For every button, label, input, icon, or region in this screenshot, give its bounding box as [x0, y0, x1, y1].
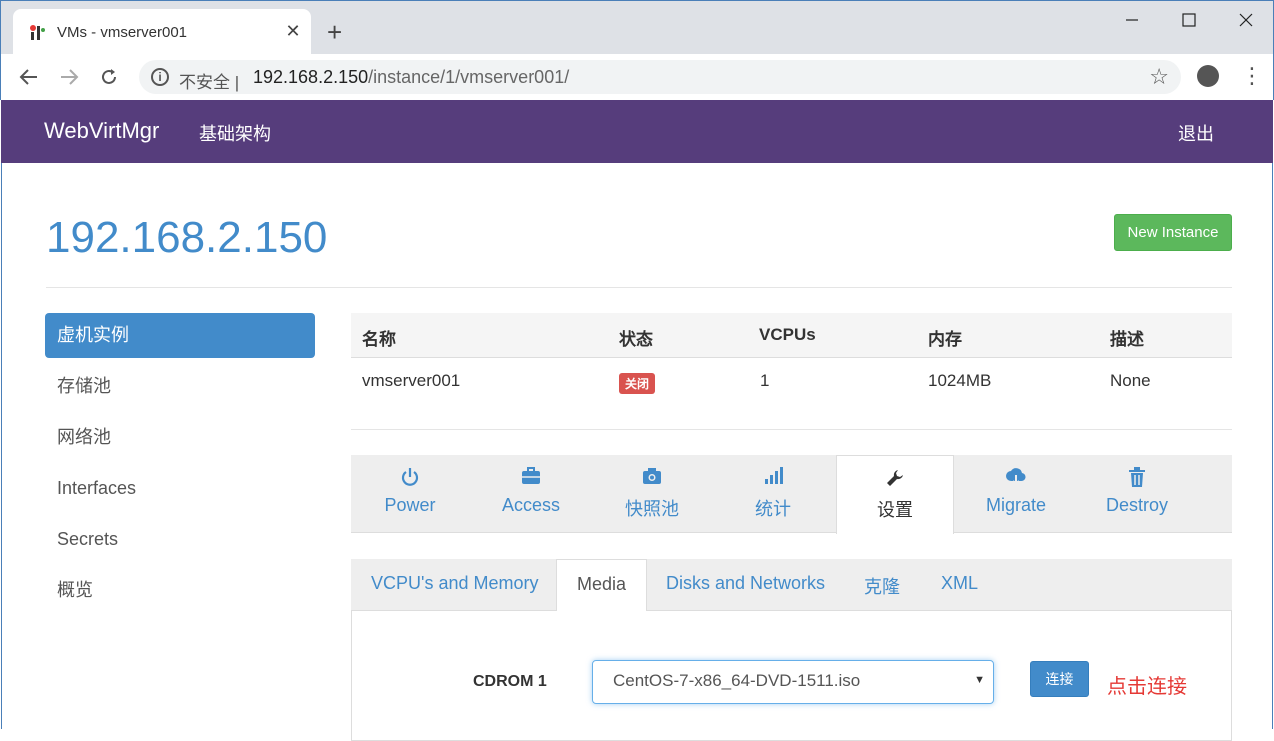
page-title: 192.168.2.150 [46, 213, 328, 262]
window-close-icon[interactable] [1239, 13, 1253, 27]
cdrom-label: CDROM 1 [473, 673, 547, 690]
nav-infrastructure[interactable]: 基础架构 [199, 120, 271, 146]
sidebar-item-overview[interactable]: 概览 [45, 568, 315, 613]
tab-clone[interactable]: 克隆 [864, 573, 900, 599]
profile-icon[interactable] [1197, 65, 1219, 87]
app-navbar: WebVirtMgr 基础架构 退出 [1, 100, 1273, 163]
header-vcpus: VCPUs [759, 325, 816, 344]
tab-destroy[interactable]: Destroy [1078, 455, 1196, 533]
back-icon[interactable] [19, 67, 39, 87]
tab-title: VMs - vmserver001 [57, 24, 188, 41]
action-tabs: Power Access 快照池 统计 设置 Migrate Destroy [351, 455, 1232, 534]
sidebar: 虚机实例 存储池 网络池 Interfaces Secrets 概览 [45, 313, 315, 619]
tab-access-label: Access [501, 495, 561, 515]
insecure-label: 不安全 | [179, 73, 240, 92]
forward-icon[interactable] [59, 67, 79, 87]
sidebar-item-storage[interactable]: 存储池 [45, 364, 315, 409]
tab-migrate-label: Migrate [985, 495, 1047, 515]
table-header: 名称 状态 VCPUs 内存 描述 [351, 313, 1232, 358]
new-tab-icon[interactable]: + [327, 19, 342, 45]
cell-vcpus: 1 [760, 371, 770, 390]
sidebar-item-networks[interactable]: 网络池 [45, 415, 315, 460]
browser-toolbar: i 不安全 | 192.168.2.150/instance/1/vmserve… [0, 54, 1274, 100]
minimize-icon[interactable] [1125, 13, 1139, 27]
tab-snapshots-label: 快照池 [625, 499, 679, 519]
power-icon [351, 467, 469, 491]
tab-stats[interactable]: 统计 [714, 455, 832, 533]
table-row: vmserver001 关闭 1 1024MB None [351, 358, 1232, 430]
header-description: 描述 [1110, 330, 1144, 349]
tab-settings-label: 设置 [877, 500, 913, 520]
tab-xml[interactable]: XML [941, 573, 978, 594]
page-content: 192.168.2.150 New Instance 虚机实例 存储池 网络池 … [1, 163, 1273, 741]
maximize-icon[interactable] [1182, 13, 1196, 27]
sidebar-item-instances[interactable]: 虚机实例 [45, 313, 315, 358]
header-name: 名称 [362, 330, 396, 349]
tab-vcpu-memory[interactable]: VCPU's and Memory [371, 573, 538, 594]
browser-menu-icon[interactable]: ⋮ [1241, 62, 1263, 90]
favicon-icon [30, 25, 45, 40]
divider [46, 287, 1232, 288]
tab-media[interactable]: Media [556, 559, 648, 611]
url-text[interactable]: 192.168.2.150/instance/1/vmserver001/ [253, 67, 569, 88]
wrench-icon [837, 468, 953, 492]
browser-tab[interactable]: VMs - vmserver001 ✕ [13, 9, 311, 55]
camera-icon [593, 467, 711, 491]
info-icon[interactable]: i [151, 68, 169, 86]
reload-icon[interactable] [99, 67, 119, 87]
header-memory: 内存 [928, 330, 962, 349]
browser-tab-strip: VMs - vmserver001 ✕ + [0, 0, 1274, 55]
annotation-text: 点击连接 [1107, 676, 1187, 698]
new-instance-button[interactable]: New Instance [1114, 214, 1232, 251]
status-badge: 关闭 [619, 373, 656, 394]
media-panel: CDROM 1 CentOS-7-x86_64-DVD-1511.iso ▼ 连… [351, 611, 1232, 741]
tab-power[interactable]: Power [351, 455, 469, 533]
brand-logo[interactable]: WebVirtMgr [44, 118, 159, 144]
caret-down-icon: ▼ [974, 674, 985, 686]
tab-power-label: Power [384, 495, 436, 515]
tab-stats-label: 统计 [755, 499, 791, 519]
close-icon[interactable]: ✕ [283, 21, 303, 41]
header-status: 状态 [619, 330, 653, 349]
sidebar-item-interfaces[interactable]: Interfaces [45, 466, 315, 511]
iso-select-value: CentOS-7-x86_64-DVD-1511.iso [613, 671, 861, 690]
sidebar-item-secrets[interactable]: Secrets [45, 517, 315, 562]
briefcase-icon [472, 467, 590, 491]
cloud-download-icon [957, 467, 1075, 491]
tab-settings[interactable]: 设置 [836, 455, 954, 534]
tab-access[interactable]: Access [472, 455, 590, 533]
cell-memory: 1024MB [928, 371, 992, 390]
stats-icon [714, 467, 832, 491]
trash-icon [1078, 467, 1196, 491]
cell-description: None [1110, 371, 1151, 390]
cell-name: vmserver001 [362, 371, 461, 390]
tab-destroy-label: Destroy [1105, 495, 1168, 515]
settings-tabs: VCPU's and Memory Media Disks and Networ… [351, 559, 1232, 611]
bookmark-star-icon[interactable]: ☆ [1149, 64, 1169, 90]
instance-table: 名称 状态 VCPUs 内存 描述 vmserver001 关闭 1 1024M… [351, 313, 1232, 430]
address-bar[interactable]: i 不安全 | 192.168.2.150/instance/1/vmserve… [139, 60, 1181, 94]
iso-select[interactable]: CentOS-7-x86_64-DVD-1511.iso ▼ [592, 660, 994, 704]
connect-button[interactable]: 连接 [1030, 661, 1089, 697]
logout-link[interactable]: 退出 [1178, 120, 1214, 146]
tab-disks-networks[interactable]: Disks and Networks [666, 573, 825, 594]
url-path: /instance/1/vmserver001/ [368, 67, 570, 87]
tab-migrate[interactable]: Migrate [957, 455, 1075, 533]
tab-snapshots[interactable]: 快照池 [593, 455, 711, 533]
url-host: 192.168.2.150 [253, 67, 369, 87]
